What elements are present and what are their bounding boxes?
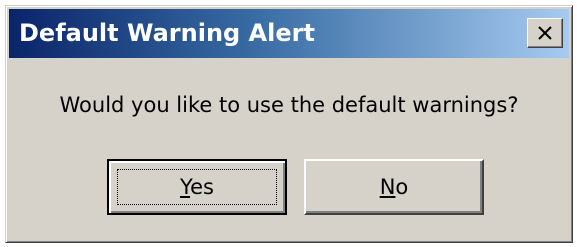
- no-mnemonic: N: [379, 175, 396, 199]
- alert-dialog: Default Warning Alert Would you like to …: [5, 5, 573, 243]
- yes-mnemonic: Y: [180, 175, 191, 199]
- yes-button-label: Yes: [180, 175, 214, 199]
- close-button[interactable]: [527, 18, 563, 48]
- no-label-rest: o: [395, 175, 409, 199]
- title-bar[interactable]: Default Warning Alert: [9, 9, 569, 58]
- alert-message: Would you like to use the default warnin…: [59, 93, 519, 117]
- close-icon: [538, 26, 552, 40]
- no-button[interactable]: No: [304, 159, 484, 215]
- yes-label-rest: es: [190, 175, 214, 199]
- no-button-label: No: [380, 175, 409, 199]
- dialog-title: Default Warning Alert: [19, 19, 315, 47]
- yes-button[interactable]: Yes: [107, 159, 287, 215]
